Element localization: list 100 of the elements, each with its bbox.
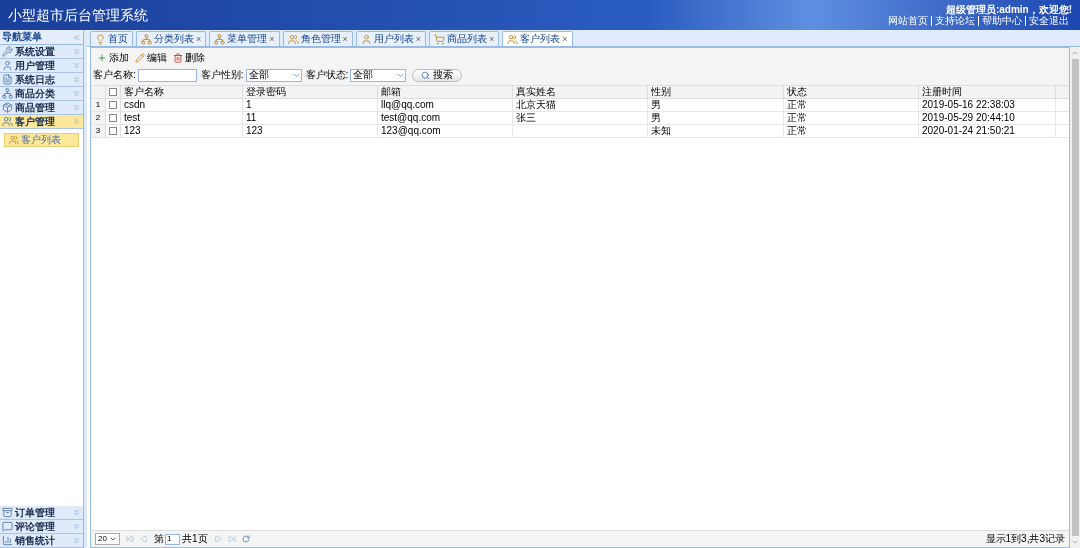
table-cell: 123 xyxy=(243,125,378,137)
tab[interactable]: 用户列表 × xyxy=(355,31,427,46)
table-cell: 1 xyxy=(243,99,378,111)
tab-label: 分类列表 xyxy=(154,34,194,44)
table-cell: 张三 xyxy=(513,112,648,124)
close-icon[interactable]: × xyxy=(562,34,568,44)
menu-item[interactable]: 客户列表 xyxy=(4,133,79,147)
page-size-select[interactable]: 20 xyxy=(95,533,120,545)
greeting-text: 超级管理员:admin，欢迎您! xyxy=(945,4,1072,15)
select-field[interactable]: 全部 xyxy=(245,68,302,82)
menu-section-header[interactable]: 评论管理 xyxy=(0,520,83,534)
toolbar-button[interactable]: 编辑 xyxy=(135,53,167,63)
last-page-icon[interactable] xyxy=(227,535,236,543)
table-cell: 123 xyxy=(121,125,243,137)
table-cell: 2020-01-24 21:50:21 xyxy=(919,125,1056,137)
row-checkbox[interactable] xyxy=(109,114,117,122)
menu-section-header[interactable]: 商品管理 xyxy=(0,101,83,115)
page-prefix: 第 xyxy=(154,534,164,544)
column-header[interactable]: 状态 xyxy=(784,86,919,98)
menu-section-header[interactable]: 商品分类 xyxy=(0,87,83,101)
tab-label: 用户列表 xyxy=(373,34,414,44)
column-header[interactable]: 登录密码 xyxy=(243,86,378,98)
menu-item-label: 客户列表 xyxy=(21,135,61,145)
total-pages: 共1页 xyxy=(182,534,208,544)
column-header[interactable]: 真实姓名 xyxy=(513,86,648,98)
hierarchy-icon xyxy=(214,33,226,45)
menu-section-header[interactable]: 用户管理 xyxy=(0,59,83,73)
expand-icon xyxy=(72,75,81,84)
first-page-icon[interactable] xyxy=(126,535,134,543)
page-input[interactable]: 1 xyxy=(165,533,180,545)
close-icon[interactable]: × xyxy=(415,34,422,44)
tab[interactable]: 客户列表 × xyxy=(502,31,573,46)
trash-icon xyxy=(173,53,183,63)
users-icon xyxy=(507,33,519,45)
users-icon xyxy=(2,116,13,127)
toolbar-button[interactable]: 删除 xyxy=(173,53,205,63)
menu-section-label: 客户管理 xyxy=(15,116,56,127)
header-link[interactable]: 帮助中心 xyxy=(978,15,1025,26)
pencil-icon xyxy=(135,53,145,63)
menu-section-header[interactable]: 系统设置 xyxy=(0,45,83,59)
menu-section-header[interactable]: 订单管理 xyxy=(0,506,83,520)
close-icon[interactable]: × xyxy=(196,34,202,44)
header-link[interactable]: 支持论坛 xyxy=(931,15,978,26)
tab[interactable]: 分类列表 × xyxy=(136,31,207,46)
menu-section-header[interactable]: 系统日志 xyxy=(0,73,83,87)
table-cell: 男 xyxy=(648,112,784,124)
comment-icon xyxy=(2,521,13,532)
collapse-sidebar-icon[interactable] xyxy=(72,32,81,42)
header-link[interactable]: 网站首页 xyxy=(885,15,931,26)
search-icon xyxy=(421,70,431,80)
previous-page-icon[interactable] xyxy=(140,535,148,543)
expand-icon xyxy=(72,47,81,56)
close-icon[interactable]: × xyxy=(342,34,348,44)
close-icon[interactable]: × xyxy=(489,34,495,44)
next-page-icon[interactable] xyxy=(213,535,222,543)
table-cell: 2019-05-29 20:44:10 xyxy=(919,112,1056,124)
search-button[interactable]: 搜索 xyxy=(412,68,463,82)
row-checkbox[interactable] xyxy=(109,101,117,109)
column-header[interactable]: 邮箱 xyxy=(378,86,513,98)
menu-section-label: 商品分类 xyxy=(15,88,56,99)
column-header[interactable]: 注册时间 xyxy=(919,86,1056,98)
close-icon[interactable]: × xyxy=(269,34,275,44)
row-number: 2 xyxy=(91,112,106,124)
row-checkbox[interactable] xyxy=(109,127,117,135)
menu-section-label: 销售统计 xyxy=(15,535,56,546)
table-cell: 123@qq.com xyxy=(378,125,513,137)
header-link[interactable]: 安全退出 xyxy=(1025,15,1072,26)
row-number: 3 xyxy=(91,125,106,137)
app-title: 小型超市后台管理系统 xyxy=(8,5,148,25)
user-icon xyxy=(360,33,372,45)
sidebar-title: 导航菜单 xyxy=(2,32,43,42)
scroll-up-icon[interactable] xyxy=(1071,49,1079,57)
refresh-icon[interactable] xyxy=(241,535,250,543)
menu-section-header[interactable]: 客户管理 xyxy=(0,115,83,129)
tab[interactable]: 首页 xyxy=(90,31,133,46)
input-field[interactable] xyxy=(137,68,197,82)
tab[interactable]: 商品列表 × xyxy=(429,31,500,46)
tab[interactable]: 菜单管理 × xyxy=(209,31,280,46)
table-cell: 北京天猫 xyxy=(513,99,648,111)
tab[interactable]: 角色管理 × xyxy=(282,31,353,46)
menu-section-header[interactable]: 销售统计 xyxy=(0,534,83,548)
document-icon xyxy=(2,74,13,85)
scroll-thumb[interactable] xyxy=(1071,59,1079,536)
toolbar-button[interactable]: 添加 xyxy=(97,53,129,63)
tab-label: 角色管理 xyxy=(300,34,341,44)
row-number: 1 xyxy=(91,99,106,111)
chart-icon xyxy=(2,535,13,546)
filter-label: 客户状态: xyxy=(305,70,349,80)
column-header[interactable]: 性别 xyxy=(648,86,784,98)
menu-section-label: 系统设置 xyxy=(15,46,56,57)
table-cell: 2019-05-16 22:38:03 xyxy=(919,99,1056,111)
user-icon xyxy=(2,60,13,71)
lightbulb-icon xyxy=(95,33,106,45)
archive-icon xyxy=(2,507,13,518)
column-header[interactable]: 客户名称 xyxy=(121,86,243,98)
table-cell: csdn xyxy=(121,99,243,111)
select-all-checkbox[interactable] xyxy=(109,88,117,96)
select-field[interactable]: 全部 xyxy=(350,68,407,82)
scrollbar[interactable] xyxy=(1070,47,1080,548)
scroll-down-icon[interactable] xyxy=(1071,538,1079,546)
